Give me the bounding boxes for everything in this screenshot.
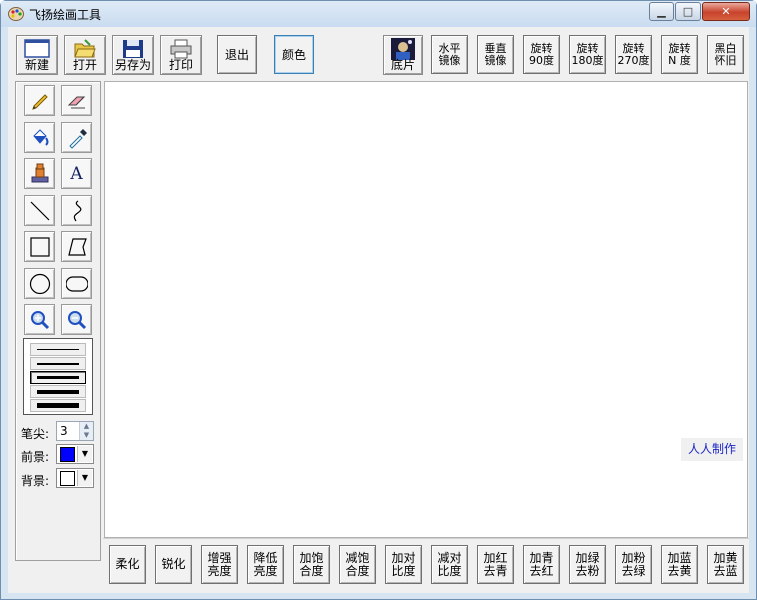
open-button[interactable]: 打开 [64, 35, 106, 75]
fill-tool[interactable] [24, 121, 55, 153]
line-tool[interactable] [24, 194, 55, 226]
zoom-out-icon [68, 311, 87, 330]
line-width-sample [37, 403, 79, 408]
line-width-selector[interactable] [23, 338, 93, 415]
line-width-option[interactable] [30, 371, 86, 384]
ellipse-tool[interactable] [24, 267, 55, 299]
rounded-rect-tool[interactable] [61, 267, 92, 299]
new-button-label: 新建 [24, 58, 49, 72]
line-width-option[interactable] [30, 357, 86, 370]
folder-open-icon [74, 39, 96, 58]
line-width-option[interactable] [30, 399, 86, 412]
add-magenta-button[interactable]: 加粉 去绿 [615, 545, 652, 584]
text-icon: A [70, 164, 83, 184]
soften-button[interactable]: 柔化 [109, 545, 146, 584]
saturation-down-button[interactable]: 减饱 合度 [339, 545, 376, 584]
window-title: 飞扬绘画工具 [29, 8, 102, 22]
rotate-n-button[interactable]: 旋转 N 度 [661, 35, 698, 74]
palette-icon [8, 7, 24, 21]
nostalgia-bw-button[interactable]: 黑白 怀旧 [707, 35, 744, 74]
save-as-button[interactable]: 另存为 [112, 35, 154, 75]
negative-button[interactable]: 底片 [383, 35, 423, 75]
add-cyan-button[interactable]: 加青 去红 [523, 545, 560, 584]
contrast-up-button[interactable]: 加对 比度 [385, 545, 422, 584]
background-color-select[interactable]: ▼ [56, 468, 94, 488]
eraser-icon [67, 96, 86, 109]
sharpen-button[interactable]: 锐化 [155, 545, 192, 584]
text-tool[interactable]: A [61, 158, 92, 189]
line-icon [30, 201, 50, 220]
chevron-down-icon[interactable]: ▼ [77, 470, 92, 486]
add-blue-button[interactable]: 加蓝 去黄 [661, 545, 698, 584]
chevron-down-icon[interactable]: ▼ [77, 446, 92, 462]
background-label: 背景: [21, 474, 50, 488]
negative-button-label: 底片 [390, 58, 415, 72]
flip-horizontal-button[interactable]: 水平 镜像 [431, 35, 468, 74]
color-button[interactable]: 颜色 [274, 35, 314, 74]
line-width-sample [37, 389, 79, 394]
eyedropper-icon [69, 128, 87, 149]
brush-size-value: 3 [60, 424, 68, 438]
brush-size-spinner[interactable]: 3 ▲ ▼ [56, 421, 94, 441]
line-width-sample [37, 349, 79, 350]
print-button-label: 打印 [168, 58, 193, 72]
foreground-label: 前景: [21, 450, 50, 464]
add-green-button[interactable]: 加绿 去粉 [569, 545, 606, 584]
pencil-tool[interactable] [24, 85, 55, 116]
curve-icon [73, 200, 82, 221]
rectangle-icon [30, 237, 50, 257]
zoom-in-tool[interactable] [24, 304, 55, 335]
floppy-disk-icon [123, 40, 143, 58]
maximize-button[interactable]: □ [675, 2, 701, 21]
zoom-out-tool[interactable] [61, 304, 92, 335]
curve-tool[interactable] [61, 194, 92, 226]
polygon-icon [68, 238, 87, 256]
pencil-icon [32, 94, 48, 110]
add-red-button[interactable]: 加红 去青 [477, 545, 514, 584]
foreground-color-select[interactable]: ▼ [56, 444, 94, 464]
close-button[interactable]: ✕ [702, 2, 750, 21]
print-button[interactable]: 打印 [160, 35, 202, 75]
drawing-canvas[interactable] [104, 81, 748, 538]
saturation-up-button[interactable]: 加饱 合度 [293, 545, 330, 584]
rotate-90-button[interactable]: 旋转 90度 [523, 35, 560, 74]
background-swatch [60, 471, 75, 486]
rotate-180-button[interactable]: 旋转 180度 [569, 35, 606, 74]
brightness-up-button[interactable]: 增强 亮度 [201, 545, 238, 584]
polygon-tool[interactable] [61, 231, 92, 262]
flip-vertical-button[interactable]: 垂直 镜像 [477, 35, 514, 74]
stamp-tool[interactable] [24, 158, 55, 189]
minimize-button[interactable]: ▁ [649, 2, 674, 21]
stamp-icon [31, 163, 49, 183]
exit-button[interactable]: 退出 [217, 35, 257, 74]
foreground-swatch [60, 447, 75, 462]
save-as-button-label: 另存为 [114, 58, 151, 72]
paint-bucket-icon [33, 128, 49, 146]
author-label: 人人制作 [681, 438, 743, 461]
rounded-rect-icon [66, 275, 88, 292]
new-file-icon [24, 39, 50, 58]
zoom-in-icon [31, 311, 50, 330]
eraser-tool[interactable] [61, 85, 92, 116]
bottom-toolbar [103, 538, 749, 593]
rotate-270-button[interactable]: 旋转 270度 [615, 35, 652, 74]
ellipse-icon [29, 273, 51, 294]
rectangle-tool[interactable] [24, 231, 55, 262]
negative-photo-icon [391, 38, 415, 60]
line-width-option[interactable] [30, 385, 86, 398]
open-button-label: 打开 [72, 58, 97, 72]
color-picker-tool[interactable] [61, 121, 92, 153]
line-width-sample [37, 376, 79, 379]
contrast-down-button[interactable]: 减对 比度 [431, 545, 468, 584]
new-button[interactable]: 新建 [16, 35, 58, 75]
printer-icon [170, 39, 192, 59]
add-yellow-button[interactable]: 加黄 去蓝 [707, 545, 744, 584]
brush-label: 笔尖: [21, 427, 50, 441]
line-width-option[interactable] [30, 343, 86, 356]
spinner-arrows[interactable]: ▲ ▼ [79, 422, 93, 440]
line-width-sample [37, 362, 79, 365]
title-bar: 飞扬绘画工具 ▁ □ ✕ [1, 1, 756, 27]
brightness-down-button[interactable]: 降低 亮度 [247, 545, 284, 584]
